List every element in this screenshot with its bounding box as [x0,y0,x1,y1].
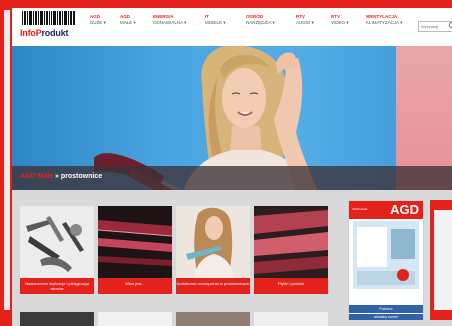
left-edge-panel [4,10,10,310]
magazine-cover[interactable]: InfoProdukt AGD Pobierz aktualny numer [348,200,424,320]
magnifier-icon[interactable] [448,20,452,32]
search-input[interactable] [418,21,452,32]
site-logo[interactable]: InfoProdukt [18,11,80,43]
article-image [98,206,172,278]
nav-item-line2: DUŻE ▾ [90,20,106,25]
nav-item-agd-duze[interactable]: AGD DUŻE ▾ [90,14,124,26]
magazine-title: AGD [390,202,419,217]
logo-part-1: InfoP [20,28,42,38]
article-tile[interactable]: Płytki i powłoki [254,206,328,294]
article-tile-partial[interactable] [98,312,172,326]
article-image [20,206,94,278]
download-button[interactable]: Pobierz [349,305,423,313]
nav-item-line2: MOBILE ▾ [205,20,226,25]
nav-item-line2: KLIMATYZACJA ▾ [366,20,403,25]
breadcrumb-bar: AGD Małe » prostownice [12,166,452,190]
article-tile[interactable]: Dodatkowe rozwiązania w prostownicach [176,206,250,294]
article-caption: Dodatkowe rozwiązania w prostownicach [176,278,250,294]
nav-item-rtv-audio[interactable]: RTV AUDIO ▾ [296,14,330,26]
breadcrumb-current: prostownice [60,173,103,180]
nav-item-agd-male[interactable]: AGD MAŁE ▾ [120,14,154,26]
article-caption: Włos jest... [98,278,172,294]
logo-wordmark: InfoProdukt [20,28,69,38]
nav-item-line2: NARZĘDZIA ▾ [246,20,275,25]
site-header: InfoProdukt AGD DUŻE ▾ AGD MAŁE ▾ ENERGI… [12,8,452,46]
nav-item-it-mobile[interactable]: IT MOBILE ▾ [205,14,239,26]
magazine-cover-image [353,221,419,289]
breadcrumb-separator: » [53,173,61,180]
logo-part-2: rodukt [41,28,69,38]
nav-item-line2: ODNAWIALNA ▾ [153,20,187,25]
article-tile[interactable]: Włos jest... [98,206,172,294]
second-tile-row [14,312,344,326]
nav-item-ogrod[interactable]: OGRÓD NARZĘDZIA ▾ [246,14,280,26]
nav-item-energia[interactable]: ENERGIA ODNAWIALNA ▾ [153,14,187,26]
nav-item-line2: VIDEO ▾ [331,20,349,25]
article-caption: Płytki i powłoki [254,278,328,294]
article-image [176,206,250,278]
barcode-icon [22,11,75,25]
right-edge-strip [430,200,452,320]
article-tile-partial[interactable] [20,312,94,326]
left-edge-strip [0,0,12,326]
magazine-strip [349,291,423,303]
article-tile-partial[interactable] [254,312,328,326]
right-edge-panel [434,210,452,310]
article-tile-partial[interactable] [176,312,250,326]
current-issue-button[interactable]: aktualny numer [349,314,423,320]
article-image [254,206,328,278]
magazine-brand: InfoProdukt [352,207,368,211]
nav-item-rtv-video[interactable]: RTV VIDEO ▾ [331,14,365,26]
nav-item-line2: AUDIO ▾ [296,20,314,25]
article-tile[interactable]: Nowoczesne stylizacje i pielęgnacja włos… [20,206,94,294]
article-caption: Nowoczesne stylizacje i pielęgnacja włos… [20,278,94,294]
nav-item-line2: MAŁE ▾ [120,20,136,25]
magazine-header: InfoProdukt AGD [349,201,423,219]
breadcrumb-link-agd-male[interactable]: AGD Małe [20,173,53,180]
breadcrumb: AGD Małe » prostownice [20,173,102,180]
nav-item-wentylacja[interactable]: WENTYLACJA KLIMATYZACJA ▾ [366,14,403,26]
